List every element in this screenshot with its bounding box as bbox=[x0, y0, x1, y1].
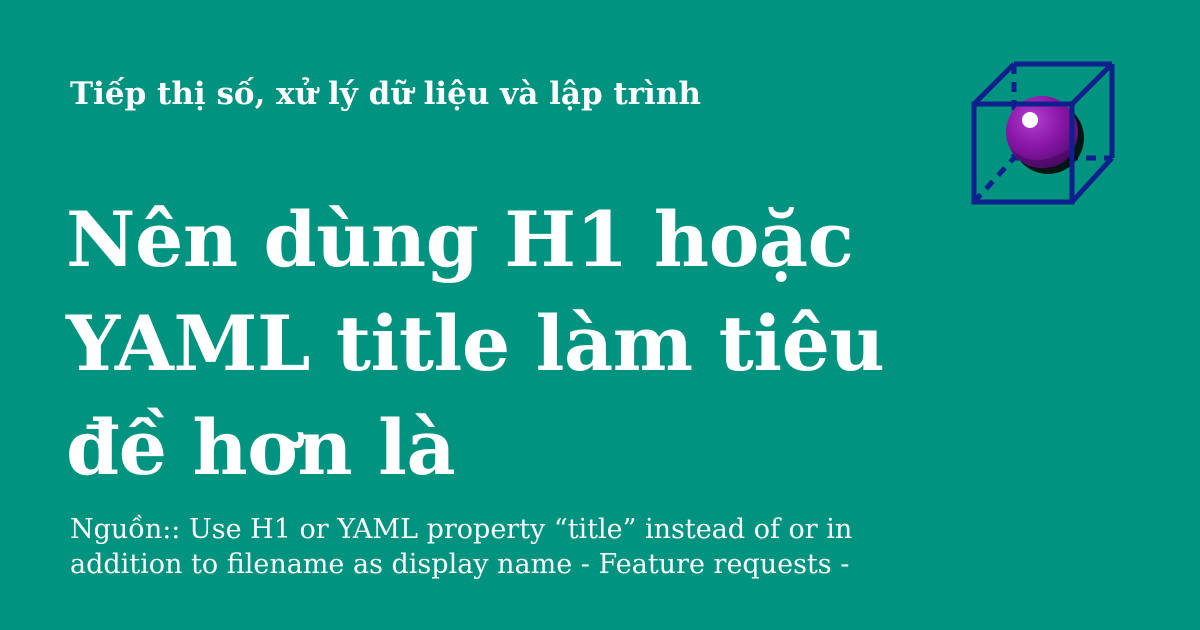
cube-edge bbox=[1070, 62, 1114, 106]
cube-hidden-edge bbox=[972, 156, 1016, 204]
page-title: Nên dùng H1 hoặc YAML title làm tiêu đề … bbox=[66, 195, 885, 492]
cube-edge bbox=[972, 62, 1016, 106]
source-text: Nguồn:: Use H1 or YAML property “title” … bbox=[70, 514, 853, 580]
cube-sphere-icon bbox=[971, 61, 1115, 205]
social-card: Tiếp thị số, xử lý dữ liệu và lập trình … bbox=[0, 0, 1200, 630]
cube-edge bbox=[1070, 156, 1114, 204]
category-label: Tiếp thị số, xử lý dữ liệu và lập trình bbox=[70, 76, 701, 112]
sphere-highlight bbox=[1022, 112, 1038, 128]
